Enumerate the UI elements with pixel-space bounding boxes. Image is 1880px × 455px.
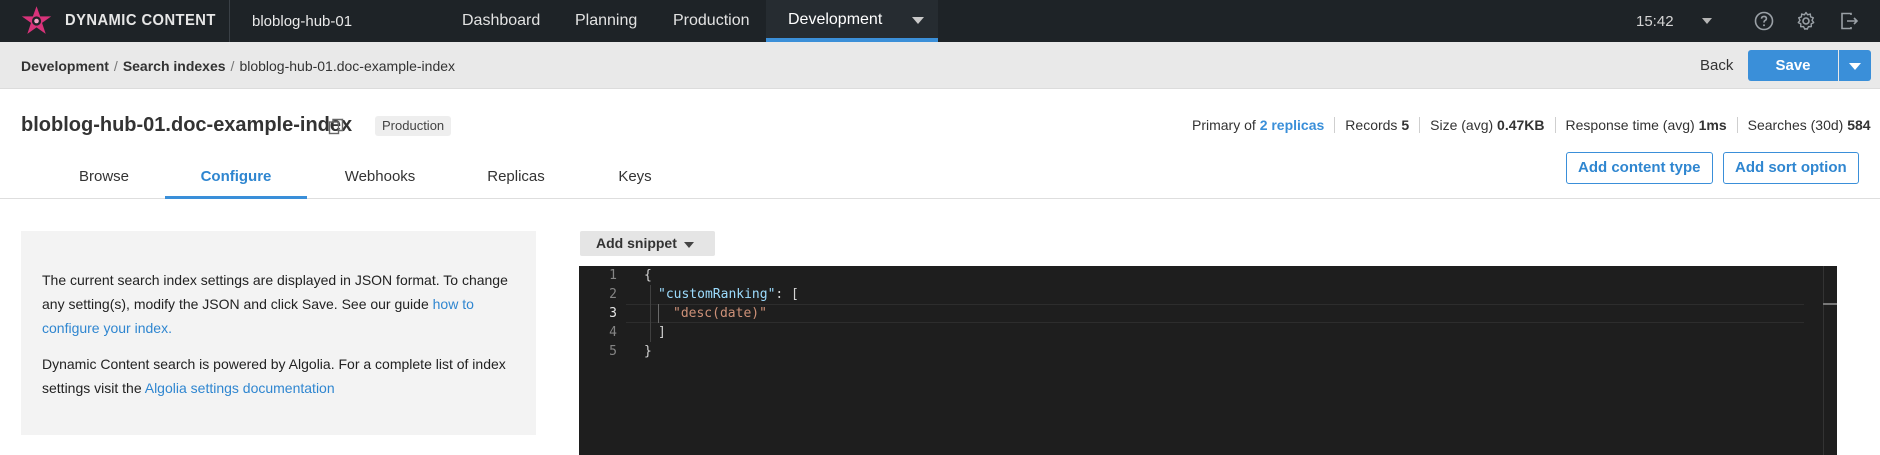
index-stats: Primary of 2 replicas Records 5 Size (av… (1192, 117, 1880, 133)
hub-selector[interactable]: bloblog-hub-01 (252, 13, 352, 30)
stat-size: Size (avg) 0.47KB (1419, 117, 1554, 133)
tab-replicas[interactable]: Replicas (470, 158, 562, 199)
stat-response-time: Response time (avg) 1ms (1554, 117, 1737, 133)
breadcrumb-current-index: bloblog-hub-01.doc-example-index (239, 58, 456, 74)
tab-keys[interactable]: Keys (602, 158, 668, 199)
logout-icon[interactable] (1838, 10, 1860, 32)
line-number: 3 (609, 306, 617, 321)
code-line: 4 ] (579, 323, 1837, 342)
code-line: 3 "desc(date)" (579, 304, 1837, 323)
nav-more-chevron-down-icon[interactable] (912, 17, 924, 24)
clock-chevron-down-icon[interactable] (1702, 18, 1712, 24)
back-button[interactable]: Back (1700, 57, 1733, 74)
page-title: bloblog-hub-01.doc-example-index (21, 114, 353, 136)
breadcrumb-search-indexes[interactable]: Search indexes (123, 58, 226, 74)
code-line: 5 } (579, 342, 1837, 361)
clock: 15:42 (1636, 13, 1674, 30)
code-line: 1 { (579, 266, 1837, 285)
stat-records: Records 5 (1334, 117, 1419, 133)
brand[interactable]: DYNAMIC CONTENT (0, 0, 230, 42)
status-badge: Production (375, 116, 452, 136)
help-icon[interactable] (1753, 10, 1775, 32)
save-button[interactable]: Save (1748, 50, 1838, 81)
stat-replicas: Primary of 2 replicas (1192, 117, 1325, 133)
info-paragraph: The current search index settings are di… (42, 272, 508, 336)
top-navigation-bar: DYNAMIC CONTENT bloblog-hub-01 Dashboard… (0, 0, 1880, 42)
breadcrumb: Development / Search indexes / bloblog-hub-0… (21, 58, 456, 74)
save-options-chevron-down-icon[interactable] (1839, 50, 1871, 81)
nav-production[interactable]: Production (673, 0, 750, 42)
json-key: "customRanking" (658, 287, 776, 302)
brand-name: DYNAMIC CONTENT (65, 12, 216, 29)
add-content-type-button[interactable]: Add content type (1566, 152, 1713, 184)
tab-configure[interactable]: Configure (165, 158, 307, 199)
line-number: 4 (609, 325, 617, 340)
editor-scrollbar[interactable] (1823, 266, 1837, 455)
scrollbar-cursor-marker (1823, 303, 1837, 305)
stat-searches: Searches (30d) 584 (1736, 117, 1880, 133)
replicas-link[interactable]: 2 replicas (1260, 117, 1325, 133)
add-snippet-button[interactable]: Add snippet (580, 231, 715, 256)
json-editor[interactable]: 1 { 2 "customRanking": [ 3 "desc(date)" … (579, 266, 1837, 455)
json-value: "desc(date)" (673, 306, 767, 321)
nav-dashboard[interactable]: Dashboard (462, 0, 540, 42)
line-number: 2 (609, 287, 617, 302)
info-panel: The current search index settings are di… (21, 231, 536, 435)
nav-planning[interactable]: Planning (575, 0, 637, 42)
copy-icon[interactable] (328, 118, 344, 136)
info-paragraph: Dynamic Content search is powered by Alg… (42, 356, 506, 396)
brand-logo-icon (21, 6, 52, 34)
breadcrumb-development[interactable]: Development (21, 58, 109, 74)
line-number: 5 (609, 344, 617, 359)
tab-browse[interactable]: Browse (52, 158, 156, 199)
tab-webhooks[interactable]: Webhooks (330, 158, 430, 199)
breadcrumb-bar: Development / Search indexes / bloblog-hub-0… (0, 42, 1880, 89)
line-number: 1 (609, 268, 617, 283)
add-sort-option-button[interactable]: Add sort option (1723, 152, 1859, 184)
algolia-docs-link[interactable]: Algolia settings documentation (145, 380, 335, 396)
gear-icon[interactable] (1795, 10, 1817, 32)
code-line: 2 "customRanking": [ (579, 285, 1837, 304)
